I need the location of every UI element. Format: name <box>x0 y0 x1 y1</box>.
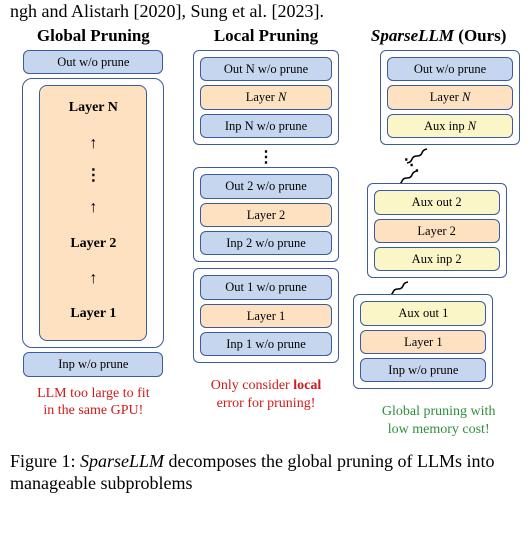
sparse-layer-1: Layer 1 <box>360 330 486 354</box>
sparse-inp-n: Aux inp N <box>387 114 513 138</box>
local-out-1: Out 1 w/o prune <box>200 275 332 299</box>
col-local-pruning: Local Pruning Out N w/o prune Layer N In… <box>183 26 350 438</box>
figure-page: ngh and Alistarh [2020], Sung et al. [20… <box>0 0 532 552</box>
sparse-group-1: Aux out 1 Layer 1 Inp w/o prune <box>353 294 493 389</box>
top-cut-text: ngh and Alistarh [2020], Sung et al. [20… <box>8 0 524 26</box>
arrow-up-icon: ↑ <box>89 272 97 286</box>
sparse-layer-n: Layer N <box>387 85 513 109</box>
sparse-group-n: Out w/o prune Layer N Aux inp N <box>380 50 520 145</box>
local-out-n: Out N w/o prune <box>200 57 332 81</box>
vertical-dots-icon: ⋮ <box>85 171 101 181</box>
global-layer-1: Layer 1 <box>70 306 116 322</box>
local-note: Only consider local error for pruning! <box>211 377 321 412</box>
local-stack: Out N w/o prune Layer N Inp N w/o prune … <box>183 50 350 369</box>
sparse-group-2: Aux out 2 Layer 2 Aux inp 2 <box>367 183 507 278</box>
sparse-out-1: Aux out 1 <box>360 301 486 325</box>
local-layer-2: Layer 2 <box>200 203 332 227</box>
vertical-dots-icon: ⋮ <box>258 151 274 167</box>
col-global-title: Global Pruning <box>37 26 150 46</box>
sparse-note: Global pruning with low memory cost! <box>382 403 496 438</box>
local-inp-2: Inp 2 w/o prune <box>200 231 332 255</box>
local-inp-1: Inp 1 w/o prune <box>200 332 332 356</box>
sparse-inp-1: Inp w/o prune <box>360 358 486 382</box>
global-layer-2: Layer 2 <box>70 236 116 252</box>
sparse-layer-2: Layer 2 <box>374 219 500 243</box>
sparse-inp-2: Aux inp 2 <box>374 247 500 271</box>
local-out-2: Out 2 w/o prune <box>200 174 332 198</box>
arrow-up-icon: ↑ <box>89 201 97 215</box>
global-layer-n: Layer N <box>69 100 118 116</box>
col-local-title: Local Pruning <box>214 26 318 46</box>
sparse-stack: Out w/o prune Layer N Aux inp N ⋱ Aux ou… <box>353 50 524 395</box>
local-layer-n: Layer N <box>200 85 332 109</box>
local-group-1: Out 1 w/o prune Layer 1 Inp 1 w/o prune <box>193 268 339 363</box>
figure-caption: Figure 1: SparseLLM decomposes the globa… <box>8 438 524 494</box>
global-out-box: Out w/o prune <box>23 50 163 74</box>
global-note: LLM too large to fit in the same GPU! <box>37 385 150 420</box>
global-inp-box: Inp w/o prune <box>23 352 163 376</box>
three-columns: Global Pruning Out w/o prune Layer N ↑ ⋮… <box>8 26 524 438</box>
local-group-2: Out 2 w/o prune Layer 2 Inp 2 w/o prune <box>193 167 339 262</box>
sparse-out-2: Aux out 2 <box>374 190 500 214</box>
sparse-out-n: Out w/o prune <box>387 57 513 81</box>
arrow-up-icon: ↑ <box>89 137 97 151</box>
col-sparsellm: SparseLLM (Ours) Out w/o prune Layer N A… <box>355 26 522 438</box>
local-layer-1: Layer 1 <box>200 304 332 328</box>
col-global-pruning: Global Pruning Out w/o prune Layer N ↑ ⋮… <box>10 26 177 438</box>
local-inp-n: Inp N w/o prune <box>200 114 332 138</box>
global-inner-orange: Layer N ↑ ⋮ ↑ Layer 2 ↑ Layer 1 <box>39 85 147 341</box>
global-big-box: Layer N ↑ ⋮ ↑ Layer 2 ↑ Layer 1 <box>22 78 164 348</box>
local-group-n: Out N w/o prune Layer N Inp N w/o prune <box>193 50 339 145</box>
col-sparse-title: SparseLLM (Ours) <box>371 26 507 46</box>
